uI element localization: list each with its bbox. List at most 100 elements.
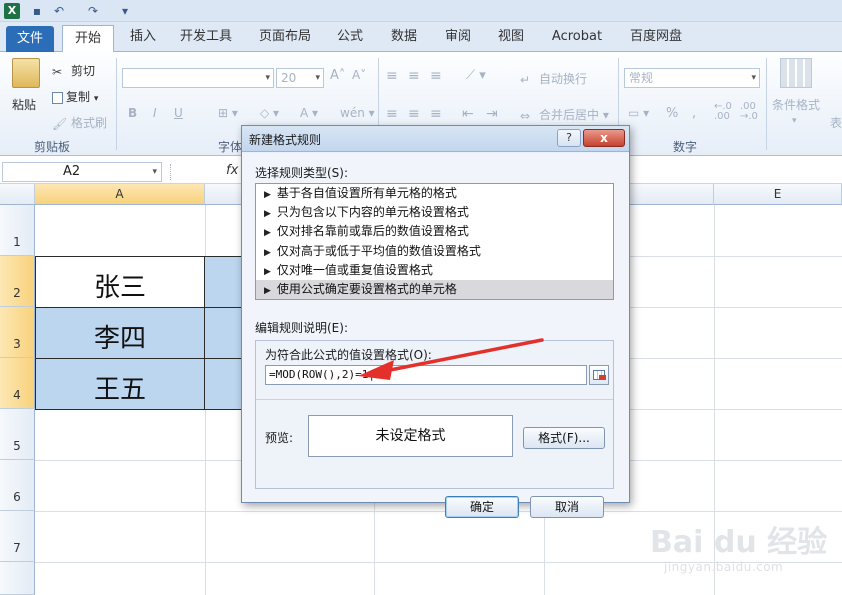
column-header-d[interactable] bbox=[629, 184, 714, 205]
tab-data[interactable]: 数据 bbox=[384, 22, 424, 52]
row-header-5[interactable]: 5 bbox=[0, 409, 35, 460]
align-bottom-icon[interactable]: ≡ bbox=[430, 68, 442, 84]
rule-type-item[interactable]: ▶ 只为包含以下内容的单元格设置格式 bbox=[256, 203, 613, 222]
row-header-3[interactable]: 3 bbox=[0, 307, 35, 358]
scissors-icon: ✂ bbox=[52, 64, 63, 79]
orientation-icon[interactable]: ⟋ ▾ bbox=[466, 68, 486, 83]
column-header-b[interactable] bbox=[205, 184, 242, 205]
customize-qat-icon[interactable]: ▾ bbox=[118, 4, 132, 18]
row-header-7[interactable]: 7 bbox=[0, 511, 35, 562]
paste-icon[interactable] bbox=[12, 58, 40, 88]
insert-function-button[interactable]: fx bbox=[226, 163, 238, 178]
bold-button[interactable]: B bbox=[128, 106, 137, 120]
rule-type-item[interactable]: ▶ 仅对高于或低于平均值的数值设置格式 bbox=[256, 242, 613, 261]
ok-button[interactable]: 确定 bbox=[445, 496, 519, 518]
row-header-6[interactable]: 6 bbox=[0, 460, 35, 511]
conditional-format-dropdown-icon[interactable]: ▾ bbox=[792, 116, 797, 126]
tab-file[interactable]: 文件 bbox=[6, 26, 54, 52]
conditional-format-button[interactable]: 条件格式 bbox=[772, 96, 820, 113]
format-painter-button[interactable]: 🖌 格式刷 bbox=[52, 114, 107, 131]
percent-icon[interactable]: % bbox=[666, 106, 678, 121]
row-header-2[interactable]: 2 bbox=[0, 256, 35, 307]
range-selector-icon[interactable] bbox=[589, 365, 609, 385]
currency-icon[interactable]: ▭ ▾ bbox=[628, 106, 649, 120]
cell-b2[interactable] bbox=[204, 256, 242, 308]
tab-acrobat[interactable]: Acrobat bbox=[545, 22, 609, 52]
wrap-text-button[interactable]: ↵ 自动换行 bbox=[520, 70, 587, 87]
rule-type-item[interactable]: ▶ 仅对排名靠前或靠后的数值设置格式 bbox=[256, 222, 613, 241]
format-as-table-button[interactable]: 表 bbox=[830, 114, 842, 131]
decrease-decimal-icon[interactable]: .00 →.0 bbox=[740, 102, 758, 122]
tab-view[interactable]: 视图 bbox=[491, 22, 531, 52]
merge-center-button[interactable]: ⇔ 合并后居中 ▾ bbox=[520, 106, 609, 123]
increase-indent-icon[interactable]: ⇥ bbox=[486, 106, 498, 122]
font-size-value: 20 bbox=[281, 71, 297, 85]
grow-font-button[interactable]: A˄ bbox=[330, 68, 345, 83]
triangle-right-icon: ▶ bbox=[264, 228, 271, 239]
rule-type-item-selected[interactable]: ▶ 使用公式确定要设置格式的单元格 bbox=[256, 279, 613, 300]
copy-button[interactable]: 复制 ▾ bbox=[52, 88, 98, 105]
cut-button[interactable]: ✂ 剪切 bbox=[52, 62, 95, 79]
save-icon[interactable]: ▪ bbox=[30, 4, 44, 18]
borders-icon[interactable]: ⊞ ▾ bbox=[218, 106, 238, 120]
formula-input[interactable]: =MOD(ROW(),2)=1| bbox=[265, 365, 587, 385]
wrap-text-label: 自动换行 bbox=[539, 72, 588, 86]
help-button[interactable]: ? bbox=[557, 129, 581, 147]
cell-b4[interactable] bbox=[204, 358, 242, 410]
shrink-font-button[interactable]: A˅ bbox=[352, 68, 366, 82]
ribbon-tabs: 文件 开始 插入 开发工具 页面布局 公式 数据 审阅 视图 Acrobat 百… bbox=[0, 22, 842, 53]
triangle-right-icon: ▶ bbox=[264, 247, 271, 258]
row-header-4[interactable]: 4 bbox=[0, 358, 35, 409]
phonetic-icon[interactable]: wén ▾ bbox=[340, 106, 375, 120]
align-center-icon[interactable]: ≡ bbox=[408, 106, 420, 122]
clipboard-group-label: 剪贴板 bbox=[33, 140, 70, 154]
tab-baidu-netdisk[interactable]: 百度网盘 bbox=[623, 22, 689, 52]
rule-type-list[interactable]: ▶ 基于各自值设置所有单元格的格式 ▶ 只为包含以下内容的单元格设置格式 ▶ 仅对排名… bbox=[255, 183, 614, 300]
redo-icon[interactable]: ↷ bbox=[86, 4, 100, 18]
underline-button[interactable]: U bbox=[174, 106, 183, 120]
tab-developer[interactable]: 开发工具 bbox=[172, 22, 240, 52]
font-size-combo[interactable]: 20 ▾ bbox=[276, 68, 324, 88]
paste-button[interactable]: 粘贴 bbox=[12, 96, 36, 113]
tab-home[interactable]: 开始 bbox=[62, 25, 114, 53]
name-box[interactable]: A2 ▾ bbox=[2, 162, 162, 182]
tab-review[interactable]: 审阅 bbox=[438, 22, 478, 52]
align-left-icon[interactable]: ≡ bbox=[386, 106, 398, 122]
quick-access-toolbar: X ▪ ↶ ↷ ▾ bbox=[0, 0, 842, 22]
rule-type-item[interactable]: ▶ 基于各自值设置所有单元格的格式 bbox=[256, 184, 613, 203]
row-header-1[interactable]: 1 bbox=[0, 205, 35, 256]
increase-decimal-icon[interactable]: ←.0.00 bbox=[714, 102, 732, 122]
italic-button[interactable]: I bbox=[153, 106, 157, 120]
select-all-corner[interactable] bbox=[0, 184, 35, 205]
row-header-8[interactable] bbox=[0, 562, 35, 595]
cell-a1[interactable] bbox=[35, 205, 242, 256]
cancel-button[interactable]: 取消 bbox=[530, 496, 604, 518]
rule-type-item[interactable]: ▶ 仅对唯一值或重复值设置格式 bbox=[256, 261, 613, 280]
font-color-icon[interactable]: A ▾ bbox=[300, 106, 318, 120]
format-button[interactable]: 格式(F)... bbox=[523, 427, 605, 449]
rule-type-label: 使用公式确定要设置格式的单元格 bbox=[276, 281, 457, 296]
cell-b3[interactable] bbox=[204, 307, 242, 359]
dialog-title-bar[interactable]: 新建格式规则 ? x bbox=[242, 126, 629, 152]
divider bbox=[256, 399, 613, 400]
decrease-indent-icon[interactable]: ⇤ bbox=[462, 106, 474, 122]
font-name-combo[interactable]: ▾ bbox=[122, 68, 274, 88]
align-middle-icon[interactable]: ≡ bbox=[408, 68, 420, 84]
align-right-icon[interactable]: ≡ bbox=[430, 106, 442, 122]
align-top-icon[interactable]: ≡ bbox=[386, 68, 398, 84]
conditional-format-icon[interactable] bbox=[780, 58, 812, 88]
fill-color-icon[interactable]: ◇ ▾ bbox=[260, 106, 279, 120]
tab-insert[interactable]: 插入 bbox=[120, 22, 166, 52]
undo-icon[interactable]: ↶ bbox=[52, 4, 66, 18]
comma-style-icon[interactable]: , bbox=[692, 106, 696, 121]
rule-type-label: 基于各自值设置所有单元格的格式 bbox=[276, 186, 457, 200]
column-header-e[interactable]: E bbox=[714, 184, 842, 205]
tab-page-layout[interactable]: 页面布局 bbox=[252, 22, 318, 52]
column-header-a[interactable]: A bbox=[35, 184, 205, 205]
close-button[interactable]: x bbox=[583, 129, 625, 147]
watermark-url: jingyan.baidu.com bbox=[664, 560, 784, 574]
number-format-combo[interactable]: 常规 ▾ bbox=[624, 68, 760, 88]
tab-formulas[interactable]: 公式 bbox=[330, 22, 370, 52]
copy-icon bbox=[52, 91, 63, 104]
formula-bar-splitter[interactable] bbox=[170, 164, 178, 180]
